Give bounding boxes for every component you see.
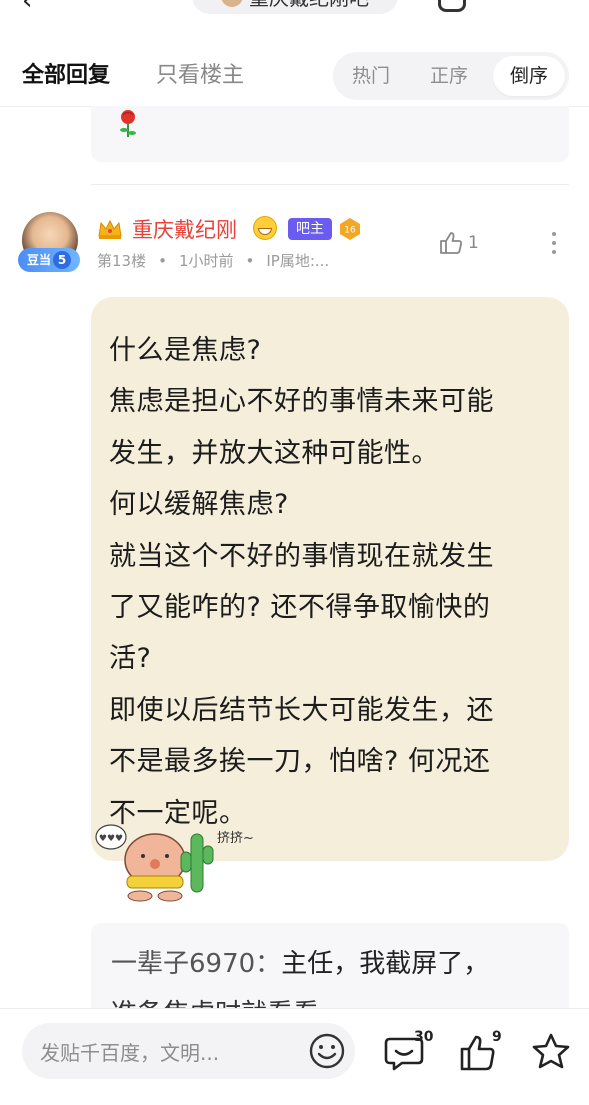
- content-line: 即使以后结节长大可能发生，还: [109, 694, 494, 726]
- reply-filter-bar: 全部回复 只看楼主 热门 正序 倒序: [0, 40, 589, 107]
- level-number: 5: [53, 251, 71, 269]
- tab-host-only[interactable]: 只看楼主: [156, 57, 244, 89]
- previous-reply-card[interactable]: [91, 106, 569, 162]
- cartoon-sticker-icon: ♥♥♥ 挤挤~: [95, 824, 254, 902]
- floor-number: 第13楼: [97, 252, 147, 270]
- sub-reply-text: 主任，我截屏了，: [281, 949, 490, 979]
- share-icon[interactable]: [438, 0, 466, 12]
- content-line: 就当这个不好的事情现在就发生: [109, 540, 494, 572]
- thumb-up-icon: [440, 232, 462, 254]
- sub-reply-card[interactable]: 一辈子6970：主任，我截屏了， 准备焦虑时就看看: [91, 923, 569, 1008]
- sort-hot[interactable]: 热门: [345, 52, 397, 100]
- content-line: 发生，并放大这种可能性。: [109, 437, 439, 469]
- level-badge: 豆当 5: [18, 248, 80, 272]
- forum-avatar: [221, 0, 243, 7]
- grade-badge-icon: 16: [340, 218, 360, 240]
- crown-icon: [98, 219, 122, 239]
- meta-separator: •: [245, 252, 255, 270]
- divider: [91, 184, 569, 185]
- sub-reply-colon: ：: [255, 949, 282, 979]
- post-like-button[interactable]: 1: [438, 228, 479, 258]
- sub-reply-author[interactable]: 一辈子6970: [111, 949, 255, 979]
- ip-location: IP属地:...: [266, 252, 330, 270]
- post-content: 什么是焦虑? 焦虑是担心不好的事情未来可能 发生，并放大这种可能性。 何以缓解焦…: [109, 325, 559, 839]
- grade-number: 16: [344, 226, 356, 236]
- top-navigation-bar: ‹ 重庆戴纪刚吧: [0, 0, 589, 14]
- sticker-text: 挤挤~: [217, 831, 254, 846]
- meta-separator: •: [158, 252, 167, 270]
- forum-title-pill[interactable]: 重庆戴纪刚吧: [192, 0, 398, 14]
- reply-count: 30: [414, 1029, 434, 1045]
- content-line: 了又能咋的? 还不得争取愉快的: [109, 592, 491, 624]
- post-content-card[interactable]: 什么是焦虑? 焦虑是担心不好的事情未来可能 发生，并放大这种可能性。 何以缓解焦…: [91, 297, 569, 861]
- post-meta: 第13楼 • 1小时前 • IP属地:...: [97, 250, 329, 271]
- svg-text:♥♥♥: ♥♥♥: [99, 834, 123, 844]
- sort-descending[interactable]: 倒序: [493, 56, 565, 96]
- content-line: 不是最多挨一刀，怕啥? 何况还: [109, 746, 491, 778]
- like-count: 9: [492, 1029, 502, 1045]
- favorite-star-icon[interactable]: [530, 1031, 572, 1073]
- post-like-count: 1: [468, 233, 479, 253]
- content-line: 活?: [109, 643, 152, 675]
- content-line: 什么是焦虑?: [109, 335, 262, 366]
- sort-toggle: 热门 正序 倒序: [333, 52, 569, 100]
- sort-ascending[interactable]: 正序: [423, 52, 475, 100]
- level-label: 豆当: [26, 253, 51, 267]
- post-time: 1小时前: [178, 252, 234, 270]
- like-count-button[interactable]: 9: [458, 1029, 510, 1079]
- tab-all-replies[interactable]: 全部回复: [22, 57, 110, 89]
- comment-input-placeholder: 发贴千百度，文明...: [40, 1041, 220, 1065]
- grin-emoji-icon: [253, 216, 277, 240]
- username[interactable]: 重庆戴纪刚: [132, 214, 237, 244]
- reply-count-button[interactable]: 30: [384, 1029, 444, 1079]
- forum-title: 重庆戴纪刚吧: [249, 0, 369, 11]
- back-arrow-icon[interactable]: ‹: [22, 0, 32, 14]
- emoji-icon[interactable]: [308, 1032, 346, 1070]
- sub-reply-text-line2: 准备焦虑时就看看: [111, 993, 319, 1008]
- content-line: 焦虑是担心不好的事情未来可能: [109, 386, 494, 418]
- rose-icon: [120, 110, 136, 137]
- bottom-action-bar: 发贴千百度，文明... 30 9: [0, 1008, 589, 1105]
- sub-reply-line: 一辈子6970：主任，我截屏了，: [111, 943, 489, 980]
- content-line: 何以缓解焦虑?: [109, 489, 289, 521]
- role-badge: 吧主: [288, 218, 332, 240]
- comment-input[interactable]: 发贴千百度，文明...: [22, 1023, 355, 1079]
- more-options-icon[interactable]: [549, 230, 559, 256]
